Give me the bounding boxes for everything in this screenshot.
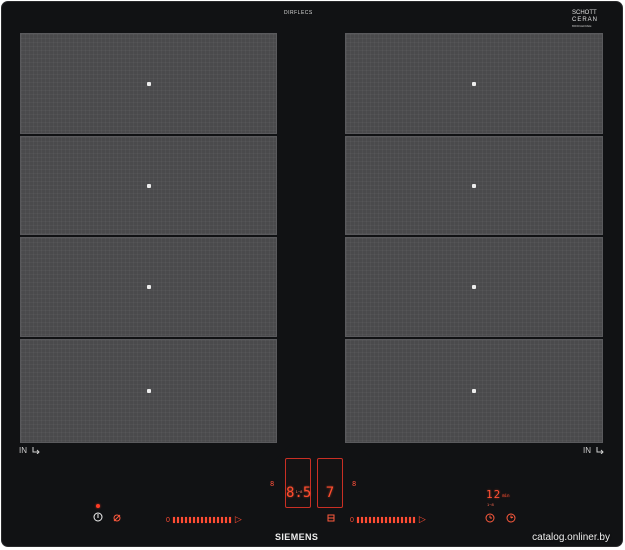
left-in-text: IN [19, 446, 27, 455]
siemens-logo: SIEMENS [275, 532, 319, 542]
right-display-value: 7 [325, 485, 335, 501]
slider-tick [172, 517, 175, 523]
slider-tick [176, 517, 179, 523]
logo-line-3: BRIDGEFREE [572, 24, 592, 28]
slider-tick [360, 517, 363, 523]
combined-zone-icon[interactable] [326, 513, 336, 523]
cooktop-panel: DIRFLECS SCHOTT CERAN BRIDGEFREE IN IN 1… [1, 1, 623, 547]
slider-tick [200, 517, 203, 523]
child-lock-icon[interactable] [112, 513, 122, 523]
catalog-watermark: catalog.onliner.by [532, 532, 610, 543]
logo-line-1: SCHOTT [572, 10, 597, 16]
left-slider-boost-icon: ▷ [234, 515, 242, 525]
zone-center-dot [146, 389, 151, 393]
slider-tick [204, 517, 207, 523]
slider-tick [376, 517, 379, 523]
right-zone-taper [337, 444, 379, 466]
left-in-icon [31, 446, 41, 455]
slider-tick [184, 517, 187, 523]
right-slider-boost-icon: ▷ [418, 515, 426, 525]
right-slider-min: 0 [350, 516, 354, 524]
zone-center-dot [146, 285, 151, 289]
slider-tick [356, 517, 359, 523]
schott-ceran-logo: SCHOTT CERAN BRIDGEFREE [572, 10, 608, 35]
slider-tick [188, 517, 191, 523]
right-power-slider[interactable]: 0 ▷ [349, 515, 426, 525]
slider-tick [224, 517, 227, 523]
zone-center-dot [472, 389, 476, 393]
left-display-value: 8.5 [286, 485, 312, 501]
timer-value: 12 [486, 488, 502, 501]
slider-tick [216, 517, 219, 523]
right-zone-2[interactable] [345, 136, 603, 235]
left-zone-1[interactable] [20, 33, 277, 134]
slider-tick [396, 517, 399, 523]
zone-center-dot [146, 183, 151, 188]
slider-tick [212, 517, 215, 523]
slider-tick [228, 517, 231, 523]
right-in-label: IN [583, 445, 605, 456]
right-zone-1[interactable] [345, 33, 603, 134]
right-zone-3[interactable] [345, 237, 603, 337]
slider-tick [368, 517, 371, 523]
slider-tick [372, 517, 375, 523]
timer-icon-2[interactable] [506, 513, 516, 523]
slider-tick [380, 517, 383, 523]
left-in-label: IN [19, 445, 41, 456]
slider-tick [392, 517, 395, 523]
slider-tick [192, 517, 195, 523]
power-indicator [96, 504, 100, 508]
right-in-text: IN [583, 446, 591, 455]
left-zone-3[interactable] [20, 237, 277, 337]
left-zone-2[interactable] [20, 136, 277, 235]
timer-display: 12min [486, 489, 509, 503]
power-icon[interactable] [93, 512, 103, 522]
slider-tick [384, 517, 387, 523]
left-slider-min: 0 [166, 516, 170, 524]
slider-tick [388, 517, 391, 523]
slider-tick [196, 517, 199, 523]
zone-center-dot [472, 183, 476, 188]
right-zone-number: 8 [352, 480, 357, 488]
slider-tick [220, 517, 223, 523]
slider-tick [180, 517, 183, 523]
left-power-slider[interactable]: 0 ▷ [165, 515, 242, 525]
left-zone-number: 8 [270, 480, 275, 488]
slider-tick [404, 517, 407, 523]
right-in-icon [595, 446, 605, 455]
timer-icon-1[interactable] [485, 513, 495, 523]
top-label: DIRFLECS [284, 10, 313, 16]
slider-tick [208, 517, 211, 523]
left-zone-display: 1~8 8.5 [285, 458, 311, 508]
slider-tick [364, 517, 367, 523]
right-zone-display: 7 [317, 458, 343, 508]
zone-center-dot [472, 81, 476, 86]
timer-unit: min [502, 493, 510, 498]
slider-tick [412, 517, 415, 523]
left-zone-4[interactable] [20, 339, 277, 443]
zone-center-dot [472, 285, 476, 289]
logo-line-2: CERAN [572, 17, 599, 23]
slider-tick [408, 517, 411, 523]
timer-subtext: 1~8 [487, 502, 494, 507]
right-zone-4[interactable] [345, 339, 603, 443]
zone-center-dot [146, 81, 151, 86]
slider-tick [400, 517, 403, 523]
